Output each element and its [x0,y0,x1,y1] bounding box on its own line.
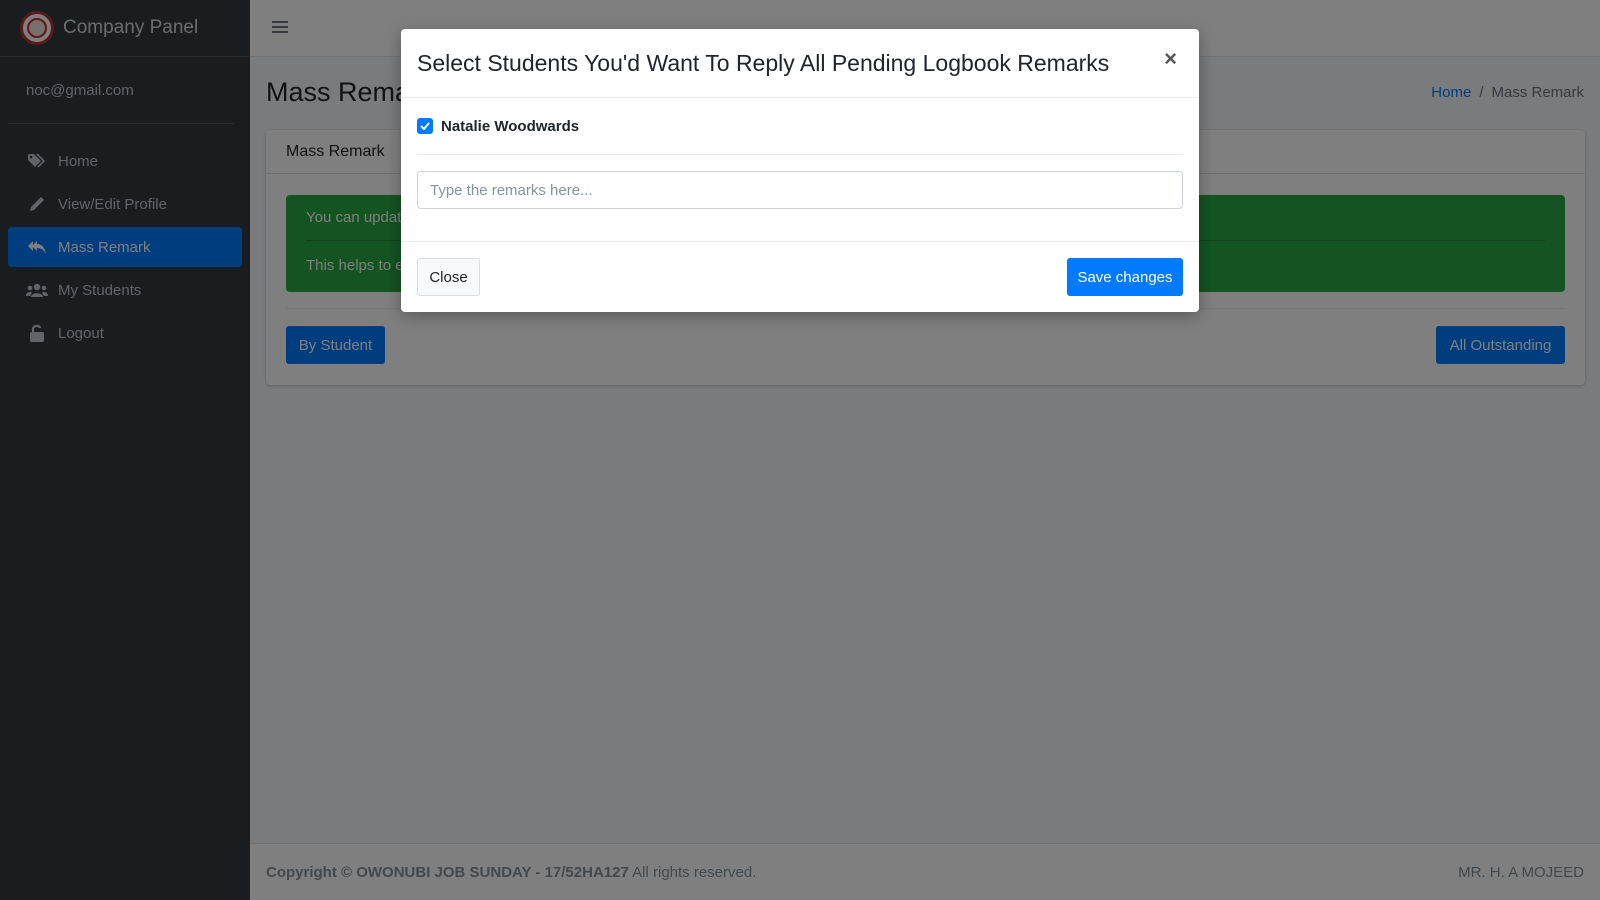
modal-header: Select Students You'd Want To Reply All … [401,29,1199,98]
student-checkbox[interactable] [417,118,433,134]
student-name-label: Natalie Woodwards [441,117,580,135]
student-checkbox-row[interactable]: Natalie Woodwards [417,98,1183,155]
close-button[interactable]: Close [417,258,480,296]
save-changes-button[interactable]: Save changes [1067,258,1183,296]
modal-title: Select Students You'd Want To Reply All … [417,49,1110,76]
select-students-modal: Select Students You'd Want To Reply All … [401,29,1199,312]
remarks-input[interactable] [417,171,1183,209]
close-icon[interactable]: × [1164,48,1177,70]
modal-body: Natalie Woodwards [401,98,1199,242]
modal-footer: Close Save changes [401,242,1199,312]
